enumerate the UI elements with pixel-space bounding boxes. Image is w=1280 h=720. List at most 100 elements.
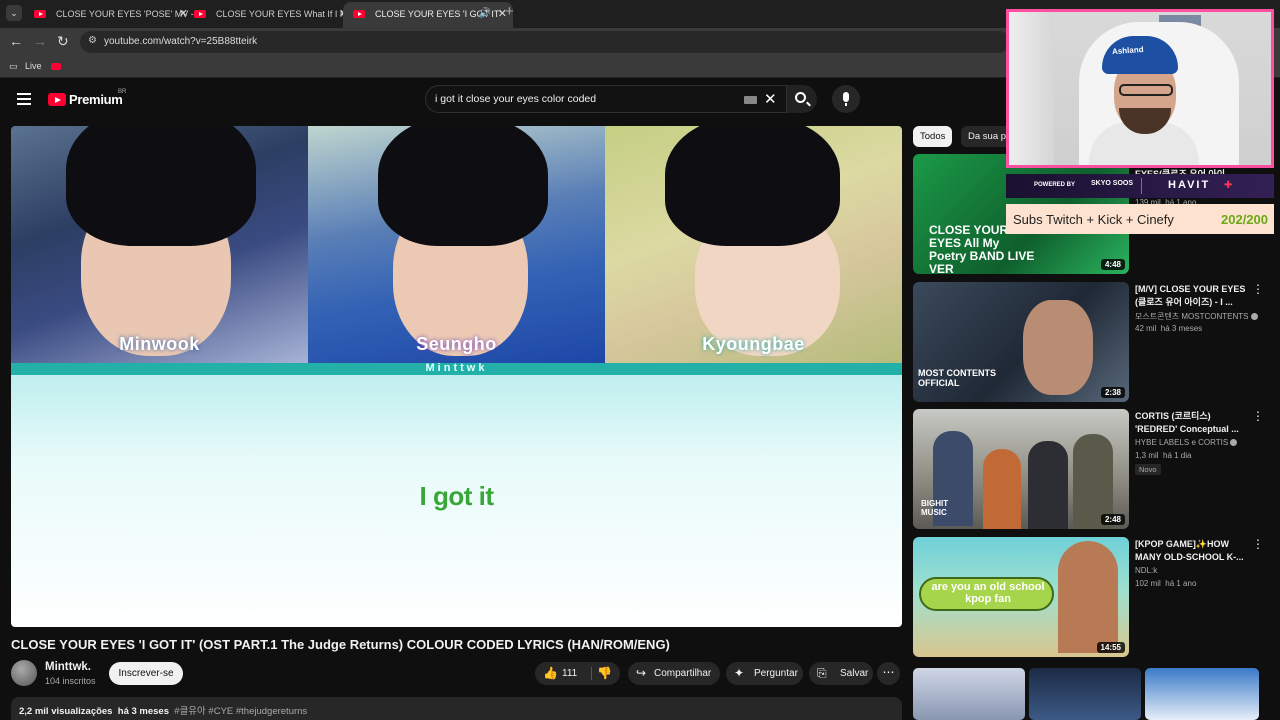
- folder-icon: ▭: [9, 61, 18, 71]
- channel-name[interactable]: Minttwk.: [45, 661, 91, 673]
- new-tab-icon[interactable]: +: [505, 3, 514, 20]
- powered-by-label: POWERED BY: [1034, 182, 1076, 188]
- streamer-webcam: Ashland: [1006, 9, 1274, 168]
- share-label: Compartilhar: [654, 668, 712, 679]
- video-meta: 102 mil há 1 ano: [1135, 579, 1196, 588]
- video-title[interactable]: [KPOP GAME]✨HOW MANY OLD-SCHOOL K-...: [1135, 538, 1253, 563]
- verified-icon: [1250, 313, 1258, 320]
- video-thumbnail[interactable]: BIGHIT MUSIC 2:48: [913, 409, 1129, 529]
- video-title[interactable]: CORTIS (코르티스) 'REDRED' Conceptual ...: [1135, 410, 1253, 435]
- url-text: youtube.com/watch?v=25B88tteirk: [104, 36, 258, 47]
- ask-label: Perguntar: [754, 668, 798, 679]
- hashtags[interactable]: #클유아 #CYE #thejudgereturns: [174, 706, 307, 717]
- upload-age: há 3 meses: [1160, 324, 1203, 333]
- reload-icon[interactable]: ↻: [57, 33, 69, 50]
- member-panel-2: Seungho: [308, 126, 605, 363]
- youtube-logo-icon[interactable]: [48, 93, 66, 106]
- lyric-area: I got it: [11, 375, 902, 627]
- forward-arrow-icon[interactable]: →: [33, 33, 47, 49]
- url-field[interactable]: ⚙ youtube.com/watch?v=25B88tteirk: [80, 31, 1010, 53]
- recommendation-item[interactable]: BIGHIT MUSIC 2:48 CORTIS (코르티스) 'REDRED'…: [913, 409, 1273, 529]
- member-name: Minwook: [119, 334, 200, 354]
- dislike-thumb-icon[interactable]: 👎: [597, 662, 612, 685]
- member-name: Kyoungbae: [702, 334, 805, 354]
- youtube-brand[interactable]: Premium: [69, 92, 123, 107]
- upload-age: há 1 dia: [1163, 451, 1192, 460]
- description-box[interactable]: 2,2 mil visualizações há 3 meses #클유아 #C…: [11, 697, 902, 720]
- duration-badge: 14:55: [1096, 642, 1125, 653]
- divider: [591, 667, 592, 680]
- short-thumbnail[interactable]: [913, 668, 1025, 720]
- duration-badge: 2:48: [1100, 514, 1125, 525]
- back-arrow-icon[interactable]: ←: [9, 33, 23, 49]
- upload-age: há 3 meses: [117, 706, 169, 717]
- speaker-icon[interactable]: 🔊: [479, 2, 491, 26]
- browser-tab-2[interactable]: CLOSE YOUR EYES What If I Mi ✕: [184, 2, 354, 28]
- youtube-bookmark-icon[interactable]: [51, 63, 61, 70]
- short-thumbnail[interactable]: [1145, 668, 1259, 720]
- hair-shape: [378, 126, 548, 246]
- hair-shape: [665, 126, 840, 246]
- thumbnail-figure: [1058, 541, 1118, 653]
- like-count[interactable]: 111: [562, 662, 577, 685]
- like-thumb-icon[interactable]: 👍: [543, 662, 558, 685]
- member-panel-1: Minwook: [11, 126, 308, 363]
- search-query-text: i got it close your eyes color coded: [435, 93, 597, 105]
- microphone-icon: [843, 92, 849, 106]
- browser-tab-3-active[interactable]: CLOSE YOUR EYES 'I GOT IT' 🔊 ✕: [343, 2, 513, 28]
- clear-search-icon[interactable]: ✕: [764, 90, 777, 108]
- more-actions-icon[interactable]: ⋯: [877, 662, 900, 685]
- chip-all[interactable]: Todos: [913, 126, 953, 147]
- channel-label: HYBE LABELS e CORTIS: [1135, 438, 1229, 447]
- save-button[interactable]: ⎘ Salvar: [809, 662, 873, 685]
- view-count: 102 mil: [1135, 579, 1161, 588]
- site-info-icon[interactable]: ⚙: [88, 35, 97, 46]
- channel-avatar[interactable]: [11, 660, 37, 686]
- tab-title: CLOSE YOUR EYES 'POSE' MV -: [56, 9, 194, 19]
- more-options-icon[interactable]: ⋮: [1252, 282, 1264, 296]
- subscriber-count: 104 inscritos: [45, 676, 96, 686]
- youtube-favicon-icon: [194, 10, 206, 18]
- duration-badge: 2:38: [1100, 387, 1125, 398]
- view-count: 42 mil: [1135, 324, 1157, 333]
- channel-name[interactable]: 모스트콘텐츠 MOSTCONTENTS: [1135, 311, 1258, 322]
- channel-label: 모스트콘텐츠 MOSTCONTENTS: [1135, 312, 1249, 321]
- video-player[interactable]: Minwook Seungho Kyoungbae Minttwk I got …: [11, 126, 902, 627]
- video-thumbnail[interactable]: MOST CONTENTS OFFICIAL 2:38: [913, 282, 1129, 402]
- ask-button[interactable]: ✦ Perguntar: [726, 662, 803, 685]
- short-thumbnail[interactable]: [1029, 668, 1141, 720]
- hair-shape: [66, 126, 256, 246]
- voice-search-button[interactable]: [832, 85, 860, 113]
- keyboard-icon[interactable]: [744, 96, 757, 104]
- glasses-shape: [1119, 84, 1173, 96]
- channel-name[interactable]: HYBE LABELS e CORTIS: [1135, 438, 1238, 447]
- search-input[interactable]: i got it close your eyes color coded ✕: [425, 85, 787, 113]
- search-icon: [795, 92, 806, 103]
- more-options-icon[interactable]: ⋮: [1252, 409, 1264, 423]
- video-title[interactable]: [M/V] CLOSE YOUR EYES (클로즈 유어 아이즈) - I .…: [1135, 283, 1253, 308]
- view-count: 1,3 mil: [1135, 451, 1159, 460]
- more-options-icon[interactable]: ⋮: [1252, 537, 1264, 551]
- sparkle-icon: ✦: [734, 666, 745, 680]
- youtube-favicon-icon: [353, 10, 365, 18]
- recommendation-item[interactable]: MOST CONTENTS OFFICIAL 2:38 [M/V] CLOSE …: [913, 282, 1273, 402]
- duration-badge: 4:48: [1100, 259, 1125, 270]
- recommendation-item[interactable]: are you an old school kpop fan 14:55 [KP…: [913, 537, 1273, 657]
- thumbnail-text: MOST CONTENTS OFFICIAL: [918, 368, 996, 388]
- subscribe-button[interactable]: Inscrever-se: [109, 662, 183, 685]
- tab-search-menu-icon[interactable]: ⌄: [6, 5, 22, 21]
- share-button[interactable]: ↪ Compartilhar: [628, 662, 720, 685]
- thumbnail-figure: [1028, 441, 1068, 529]
- video-thumbnail[interactable]: are you an old school kpop fan 14:55: [913, 537, 1129, 657]
- menu-hamburger-icon[interactable]: [17, 93, 31, 105]
- verified-icon: [1230, 439, 1238, 446]
- browser-tab-1[interactable]: CLOSE YOUR EYES 'POSE' MV - ✕: [24, 2, 194, 28]
- watermark: Minttwk: [425, 362, 488, 374]
- thumbnail-figure: [983, 449, 1021, 529]
- bookmark-live[interactable]: Live: [25, 61, 42, 71]
- search-button[interactable]: [787, 85, 817, 113]
- lyric-line: I got it: [419, 481, 494, 511]
- country-code: BR: [118, 89, 127, 95]
- channel-name[interactable]: NDL:k: [1135, 566, 1157, 575]
- video-meta: 1,3 mil há 1 dia: [1135, 451, 1191, 460]
